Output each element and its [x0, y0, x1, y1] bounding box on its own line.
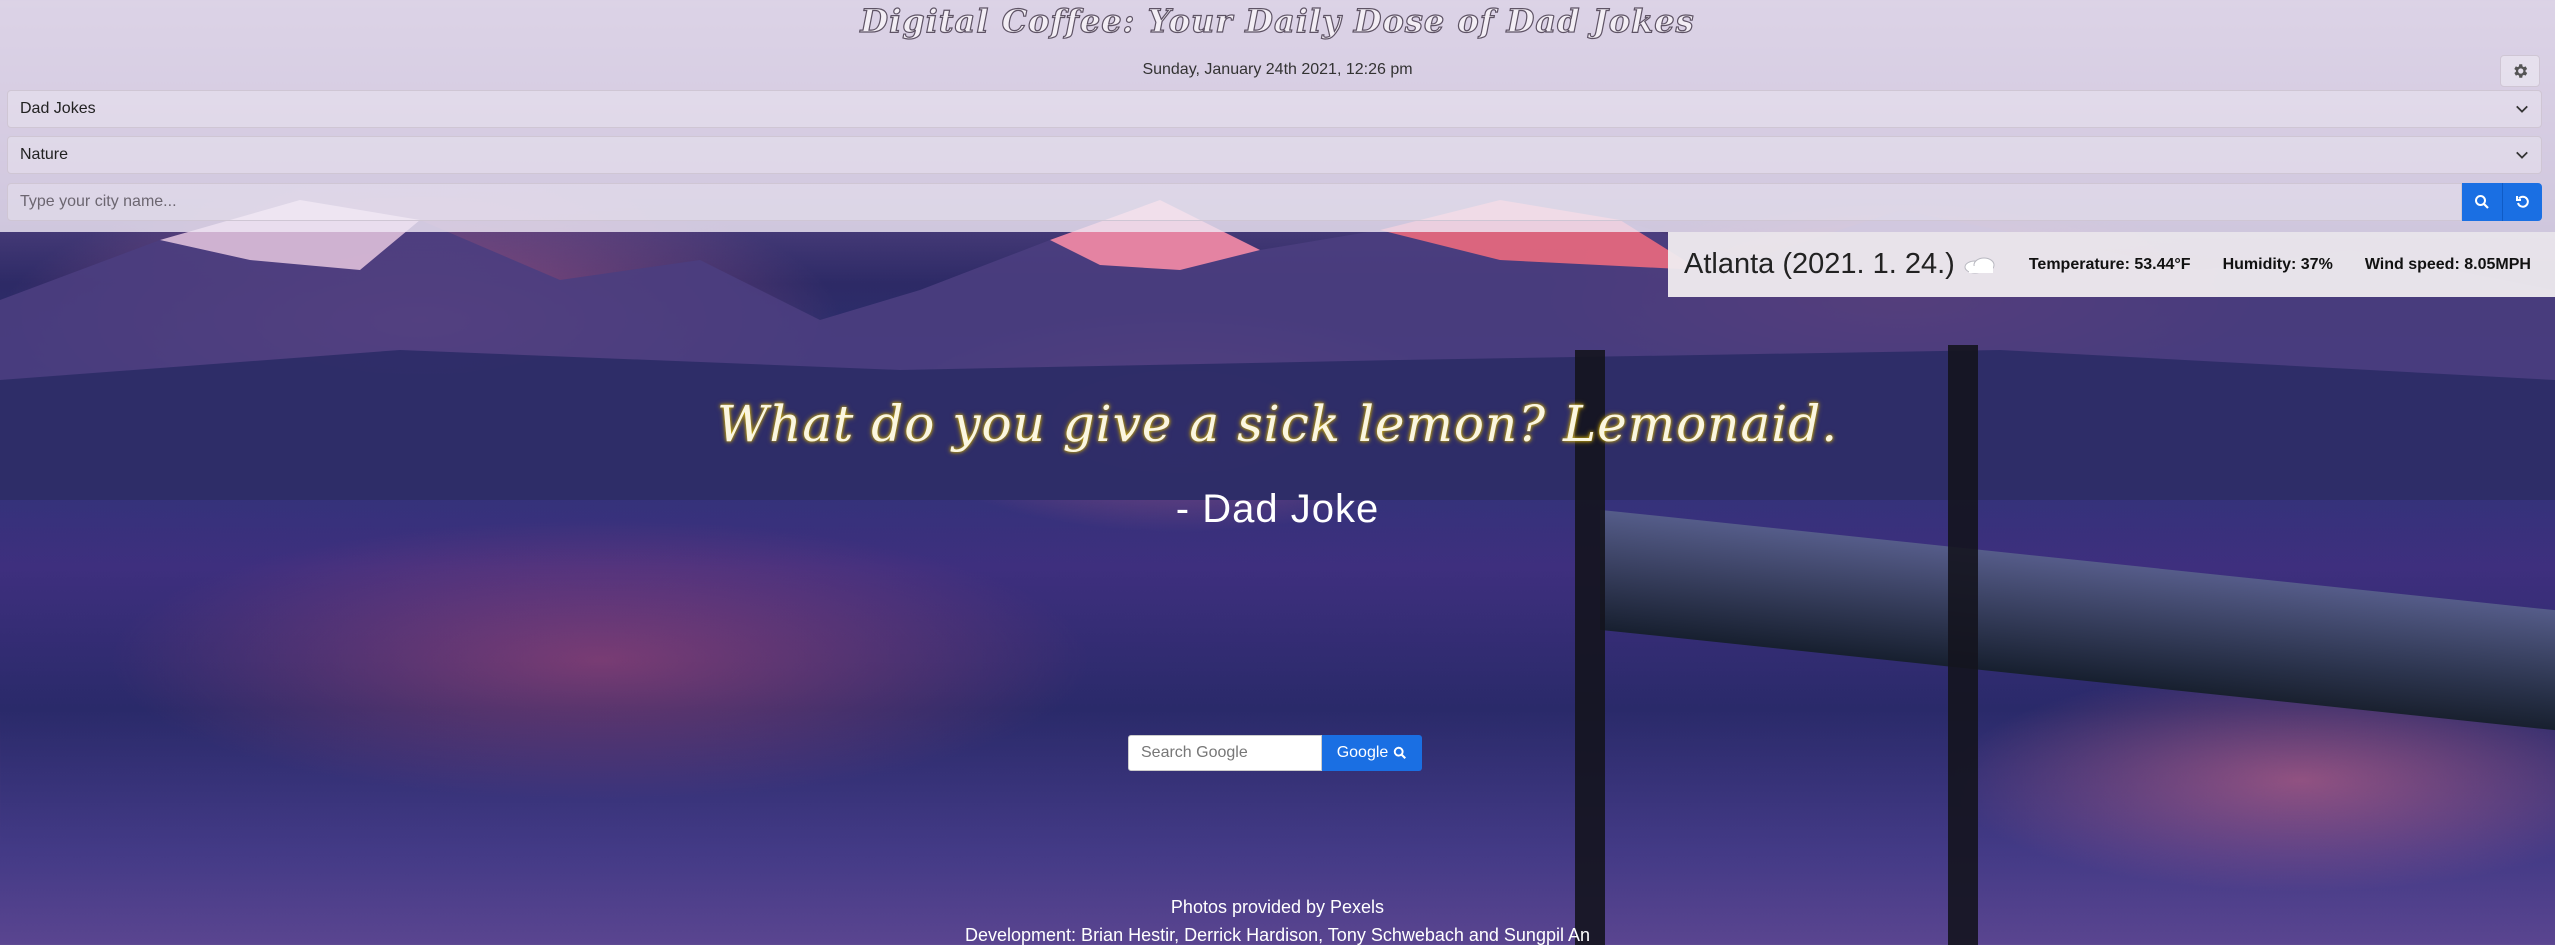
- quote-author: - Dad Joke: [1175, 487, 1380, 531]
- cloud-icon: [1964, 257, 1995, 273]
- development-credit: Development: Brian Hestir, Derrick Hardi…: [965, 925, 1590, 945]
- search-icon: [1394, 746, 1407, 759]
- weather-temperature: Temperature: 53.44°F: [2028, 255, 2191, 273]
- chevron-down-icon: [2516, 151, 2528, 159]
- settings-button[interactable]: [2500, 55, 2540, 87]
- google-button-label: Google: [1336, 744, 1389, 761]
- quote-category-select[interactable]: Dad Jokes: [7, 90, 2542, 128]
- weather-city-date: Atlanta (2021. 1. 24.): [1684, 248, 1955, 280]
- gear-icon: [2514, 64, 2528, 78]
- weather-panel: Atlanta (2021. 1. 24.) Temperature: 53.4…: [1668, 232, 2555, 297]
- page-title: Digital Coffee: Your Daily Dose of Dad J…: [860, 1, 1695, 40]
- background-category-value: Nature: [20, 146, 69, 163]
- pier: [1600, 509, 2555, 731]
- weather-humidity: Humidity: 37%: [2222, 255, 2333, 273]
- google-search-button[interactable]: Google: [1322, 735, 1422, 771]
- google-search-form: Google: [1128, 735, 1422, 771]
- city-search-group: [7, 183, 2542, 221]
- quote-text: What do you give a sick lemon? Lemonaid.: [716, 395, 1839, 453]
- settings-panel: Digital Coffee: Your Daily Dose of Dad J…: [0, 0, 2555, 232]
- chevron-down-icon: [2516, 105, 2528, 113]
- current-datetime: Sunday, January 24th 2021, 12:26 pm: [1142, 61, 1413, 78]
- city-search-input[interactable]: [7, 183, 2462, 221]
- search-icon: [2475, 195, 2489, 209]
- footer: Photos provided by Pexels Development: B…: [0, 893, 2555, 945]
- photos-credit: Photos provided by Pexels: [1170, 897, 1385, 917]
- background-category-select[interactable]: Nature: [7, 136, 2542, 174]
- weather-wind-speed: Wind speed: 8.05MPH: [2364, 255, 2531, 273]
- quote-category-value: Dad Jokes: [20, 100, 96, 117]
- city-reset-button[interactable]: [2502, 183, 2542, 221]
- google-search-input[interactable]: [1128, 735, 1322, 771]
- refresh-icon: [2515, 195, 2529, 208]
- city-search-button[interactable]: [2462, 183, 2502, 221]
